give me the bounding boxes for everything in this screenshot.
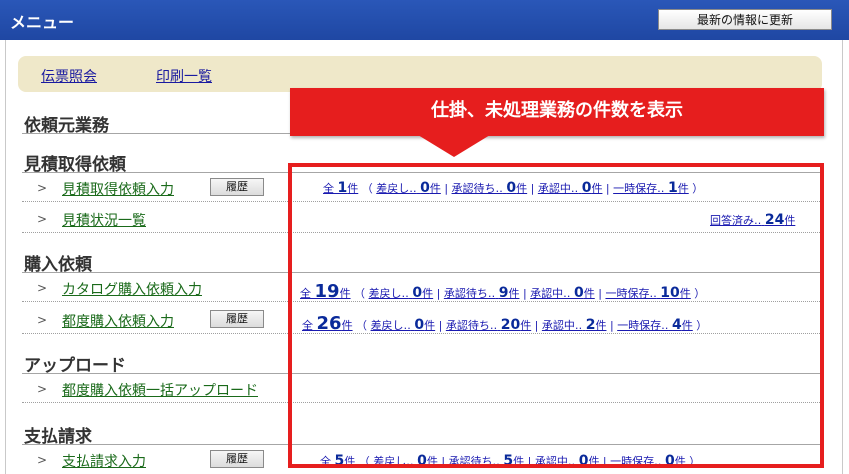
chevron-right-icon: >	[37, 212, 48, 226]
chevron-right-icon: >	[37, 313, 48, 327]
chevron-right-icon: >	[37, 453, 48, 467]
catalog-entry-link[interactable]: カタログ購入依頼入力	[62, 279, 202, 299]
refresh-button[interactable]: 最新の情報に更新	[658, 9, 832, 30]
payment-entry-link[interactable]: 支払請求入力	[62, 451, 146, 471]
adhoc-history-button[interactable]: 履歴	[210, 310, 264, 328]
estimate-status-link[interactable]: 見積状況一覧	[62, 210, 146, 230]
chevron-right-icon: >	[37, 181, 48, 195]
window-title: メニュー	[10, 13, 75, 32]
estimate-history-button[interactable]: 履歴	[210, 178, 264, 196]
chevron-right-icon: >	[37, 382, 48, 396]
bulk-upload-link[interactable]: 都度購入依頼一括アップロード	[62, 380, 258, 400]
estimate-entry-link[interactable]: 見積取得依頼入力	[62, 179, 174, 199]
adhoc-entry-link[interactable]: 都度購入依頼入力	[62, 311, 174, 331]
voucher-inquiry-link[interactable]: 伝票照会	[41, 66, 97, 86]
callout-arrow-icon	[418, 135, 490, 157]
chevron-right-icon: >	[37, 281, 48, 295]
payment-history-button[interactable]: 履歴	[210, 450, 264, 468]
quick-links-bar	[18, 56, 822, 92]
highlight-frame	[288, 163, 824, 468]
callout-banner: 仕掛、未処理業務の件数を表示	[290, 88, 824, 136]
print-list-link[interactable]: 印刷一覧	[156, 66, 212, 86]
